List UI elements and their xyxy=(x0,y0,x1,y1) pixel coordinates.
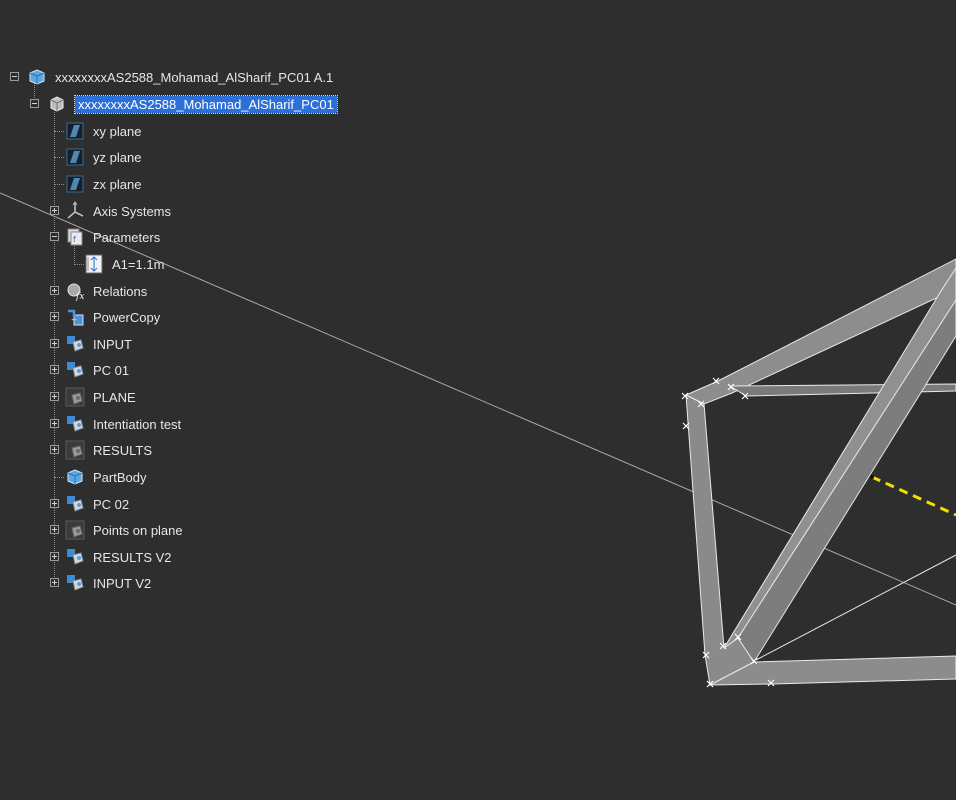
expand-toggle[interactable] xyxy=(50,339,59,348)
expand-toggle[interactable] xyxy=(50,445,59,454)
construction-line[interactable] xyxy=(871,475,956,517)
tree-node-results-v2[interactable]: RESULTS V2 xyxy=(65,545,172,569)
tree-label-yz-plane: yz plane xyxy=(93,149,142,165)
collapse-toggle[interactable] xyxy=(50,232,59,241)
expand-toggle[interactable] xyxy=(50,552,59,561)
svg-text:fx: fx xyxy=(75,292,84,301)
tree-line xyxy=(74,264,84,265)
geometrical-set-icon xyxy=(65,573,85,593)
tree-label-pc01: PC 01 xyxy=(93,362,130,378)
tree-label-intentiation-test: Intentiation test xyxy=(93,416,182,432)
geometrical-set-icon xyxy=(65,414,85,434)
tree-node-yz-plane[interactable]: yz plane xyxy=(65,145,141,169)
tree-label-relations: Relations xyxy=(93,283,148,299)
hidden-geometrical-set-icon xyxy=(65,440,85,460)
relations-icon: fx xyxy=(65,281,85,301)
powercopy-icon xyxy=(65,307,85,327)
tree-node-powercopy[interactable]: PowerCopy xyxy=(65,305,160,329)
root-product-label: xxxxxxxxAS2588_Mohamad_AlSharif_PC01 A.1 xyxy=(55,69,334,85)
tree-label-zx-plane: zx plane xyxy=(93,176,142,192)
hidden-geometrical-set-icon xyxy=(65,387,85,407)
tree-node-part[interactable]: xxxxxxxxAS2588_Mohamad_AlSharif_PC01 xyxy=(47,92,338,116)
tree-label-axis-systems: Axis Systems xyxy=(93,203,172,219)
body-icon xyxy=(65,467,85,487)
specification-tree[interactable]: xxxxxxxxAS2588_Mohamad_AlSharif_PC01 A.1… xyxy=(0,0,420,620)
parameters-icon: f xyxy=(65,227,85,247)
tree-node-intentiation-test[interactable]: Intentiation test xyxy=(65,412,181,436)
tree-line xyxy=(54,157,64,158)
tree-node-input[interactable]: INPUT xyxy=(65,332,132,356)
geometrical-set-icon xyxy=(65,334,85,354)
tree-line xyxy=(54,477,64,478)
expand-toggle[interactable] xyxy=(50,578,59,587)
tree-label-parameters: Parameters xyxy=(93,229,161,245)
collapse-toggle[interactable] xyxy=(10,72,19,81)
geometrical-set-icon xyxy=(65,494,85,514)
tree-label-powercopy: PowerCopy xyxy=(93,309,161,325)
tree-node-xy-plane[interactable]: xy plane xyxy=(65,119,141,143)
tree-label-input-v2: INPUT V2 xyxy=(93,575,152,591)
tree-node-partbody[interactable]: PartBody xyxy=(65,465,146,489)
tree-label-pc02: PC 02 xyxy=(93,496,130,512)
tree-node-parameters[interactable]: f Parameters xyxy=(65,225,160,249)
expand-toggle[interactable] xyxy=(50,312,59,321)
geometrical-set-icon xyxy=(65,547,85,567)
part-label: xxxxxxxxAS2588_Mohamad_AlSharif_PC01 xyxy=(74,94,338,114)
expand-toggle[interactable] xyxy=(50,286,59,295)
expand-toggle[interactable] xyxy=(50,499,59,508)
tree-node-root-product[interactable]: xxxxxxxxAS2588_Mohamad_AlSharif_PC01 A.1 xyxy=(27,65,333,89)
tree-line xyxy=(54,131,64,132)
tree-line xyxy=(54,184,64,185)
tree-node-plane[interactable]: PLANE xyxy=(65,385,136,409)
plane-icon xyxy=(65,121,85,141)
tree-node-pc02[interactable]: PC 02 xyxy=(65,492,129,516)
tree-label-input: INPUT xyxy=(93,336,132,352)
svg-text:f: f xyxy=(73,235,76,244)
expand-toggle[interactable] xyxy=(50,365,59,374)
geometrical-set-icon xyxy=(65,360,85,380)
tree-label-partbody: PartBody xyxy=(93,469,147,485)
tree-node-points-on-plane[interactable]: Points on plane xyxy=(65,518,183,542)
length-parameter-icon xyxy=(84,254,104,274)
tree-label-results-v2: RESULTS V2 xyxy=(93,549,172,565)
parameter-a1-label: A1=1.1m xyxy=(112,256,165,272)
expand-toggle[interactable] xyxy=(50,392,59,401)
tree-label-results: RESULTS xyxy=(93,442,152,458)
tree-label-points-on-plane: Points on plane xyxy=(93,522,183,538)
plane-icon xyxy=(65,174,85,194)
tree-node-results[interactable]: RESULTS xyxy=(65,438,152,462)
expand-toggle[interactable] xyxy=(50,525,59,534)
tree-node-relations[interactable]: fx Relations xyxy=(65,279,147,303)
tree-label-xy-plane: xy plane xyxy=(93,123,142,139)
tree-node-axis-systems[interactable]: Axis Systems xyxy=(65,199,171,223)
tree-node-pc01[interactable]: PC 01 xyxy=(65,358,129,382)
expand-toggle[interactable] xyxy=(50,206,59,215)
axis-system-icon xyxy=(65,201,85,221)
construction-point[interactable] xyxy=(870,475,874,479)
tree-node-input-v2[interactable]: INPUT V2 xyxy=(65,571,151,595)
collapse-toggle[interactable] xyxy=(30,99,39,108)
plane-icon xyxy=(65,147,85,167)
tree-node-parameter-a1[interactable]: A1=1.1m xyxy=(84,252,164,276)
tree-node-zx-plane[interactable]: zx plane xyxy=(65,172,141,196)
tree-label-plane: PLANE xyxy=(93,389,136,405)
part-icon xyxy=(47,94,67,114)
expand-toggle[interactable] xyxy=(50,419,59,428)
hidden-geometrical-set-icon xyxy=(65,520,85,540)
product-icon xyxy=(27,67,47,87)
